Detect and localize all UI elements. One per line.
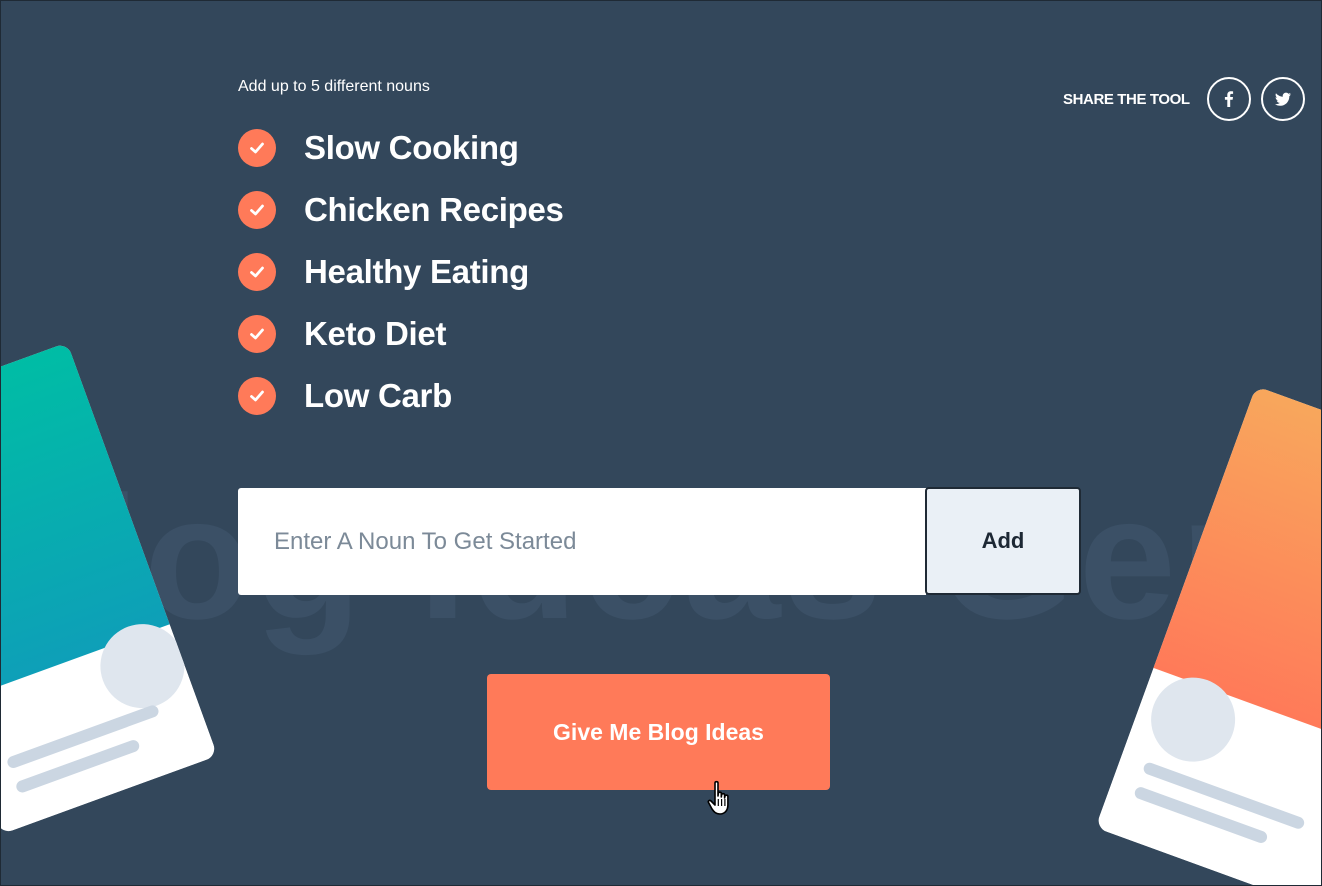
twitter-icon <box>1274 92 1291 106</box>
noun-label: Low Carb <box>304 377 452 414</box>
noun-item: Slow Cooking <box>238 117 564 179</box>
noun-item: Keto Diet <box>238 303 564 365</box>
check-icon[interactable] <box>238 191 276 229</box>
hand-pointer-icon <box>707 780 729 815</box>
twitter-share-button[interactable] <box>1260 77 1305 121</box>
intro-text: Add up to 5 different nouns <box>238 78 430 95</box>
noun-label: Slow Cooking <box>304 129 519 166</box>
share-label: SHARE THE TOOL <box>1063 90 1190 108</box>
noun-item: Healthy Eating <box>238 241 564 303</box>
check-icon[interactable] <box>238 253 276 291</box>
facebook-share-button[interactable] <box>1206 77 1251 121</box>
noun-label: Keto Diet <box>304 315 447 352</box>
noun-item: Chicken Recipes <box>238 179 564 241</box>
check-icon[interactable] <box>238 129 276 167</box>
noun-item: Low Carb <box>238 365 564 427</box>
share-tool: SHARE THE TOOL <box>1063 77 1315 121</box>
noun-input[interactable] <box>238 488 926 595</box>
noun-list: Slow Cooking Chicken Recipes Healthy Eat… <box>238 117 564 427</box>
give-me-blog-ideas-button[interactable]: Give Me Blog Ideas <box>487 674 830 790</box>
check-icon[interactable] <box>238 377 276 415</box>
noun-label: Healthy Eating <box>304 253 530 290</box>
check-icon[interactable] <box>238 315 276 353</box>
blog-ideas-generator-panel: Blog Ideas Generator <box>0 0 1322 886</box>
noun-label: Chicken Recipes <box>304 191 564 228</box>
add-button[interactable]: Add <box>925 487 1081 595</box>
facebook-icon <box>1224 91 1233 107</box>
